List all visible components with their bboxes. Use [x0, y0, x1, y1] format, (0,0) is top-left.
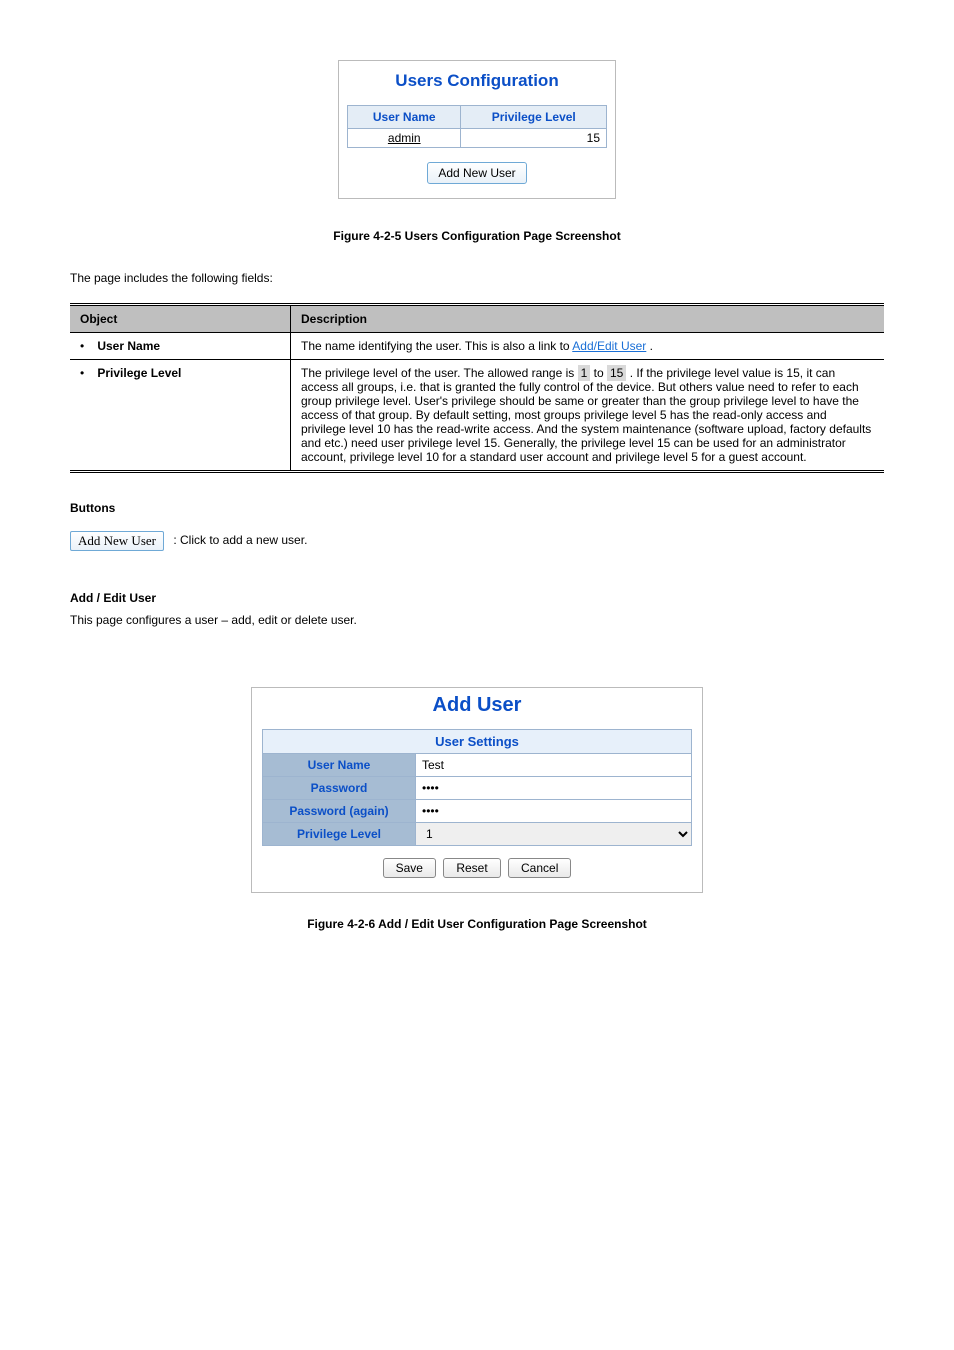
add-user-panel: Add User User Settings User Name Passwor… — [251, 687, 703, 893]
add-edit-user-link[interactable]: Add/Edit User — [572, 339, 646, 353]
table-row: admin 15 — [348, 129, 607, 148]
cancel-button[interactable]: Cancel — [508, 858, 571, 878]
col-user-name: User Name — [348, 106, 461, 129]
add-new-user-button-inline[interactable]: Add New User — [70, 531, 164, 551]
privilege-level-select[interactable]: 1 — [416, 823, 691, 845]
description-table: Object Description • User Name The name … — [70, 303, 884, 473]
table-row: • User Name The name identifying the use… — [70, 333, 884, 360]
desc-user-name-a: The name identifying the user. This is a… — [301, 339, 572, 353]
password-input[interactable] — [416, 778, 691, 798]
col-privilege-level: Privilege Level — [461, 106, 607, 129]
header-description: Description — [291, 305, 885, 333]
header-object: Object — [70, 305, 291, 333]
add-new-user-desc: : Click to add a new user. — [173, 533, 307, 547]
priv-value: 15 — [461, 129, 607, 148]
password-again-input[interactable] — [416, 801, 691, 821]
add-edit-heading: Add / Edit User — [70, 591, 884, 605]
add-user-title: Add User — [262, 694, 692, 717]
desc-text-head: The privilege level of the user. The all… — [301, 366, 578, 380]
users-config-title: Users Configuration — [347, 71, 607, 91]
add-new-user-button[interactable]: Add New User — [427, 162, 526, 184]
intro-text: The page includes the following fields: — [70, 271, 884, 285]
user-admin-link[interactable]: admin — [388, 131, 421, 145]
desc-user-name-b: . — [650, 339, 653, 353]
label-user-name: User Name — [263, 754, 416, 777]
table-row: • Privilege Level The privilege level of… — [70, 360, 884, 472]
reset-button[interactable]: Reset — [443, 858, 500, 878]
figure-caption-2: Figure 4-2-6 Add / Edit User Configurati… — [70, 917, 884, 931]
users-table: User Name Privilege Level admin 15 — [347, 105, 607, 148]
user-settings-header: User Settings — [263, 730, 692, 754]
label-password-again: Password (again) — [263, 800, 416, 823]
user-name-input[interactable] — [416, 755, 691, 775]
figure-caption-1: Figure 4-2-5 Users Configuration Page Sc… — [70, 229, 884, 243]
obj-privilege-level: Privilege Level — [97, 366, 181, 380]
obj-user-name: User Name — [97, 339, 160, 353]
buttons-heading: Buttons — [70, 501, 884, 515]
users-config-panel: Users Configuration User Name Privilege … — [338, 60, 616, 199]
label-password: Password — [263, 777, 416, 800]
desc-text-rest: . If the privilege level value is 15, it… — [301, 366, 871, 464]
add-edit-text: This page configures a user – add, edit … — [70, 613, 884, 627]
save-button[interactable]: Save — [383, 858, 436, 878]
label-privilege-level: Privilege Level — [263, 823, 416, 846]
